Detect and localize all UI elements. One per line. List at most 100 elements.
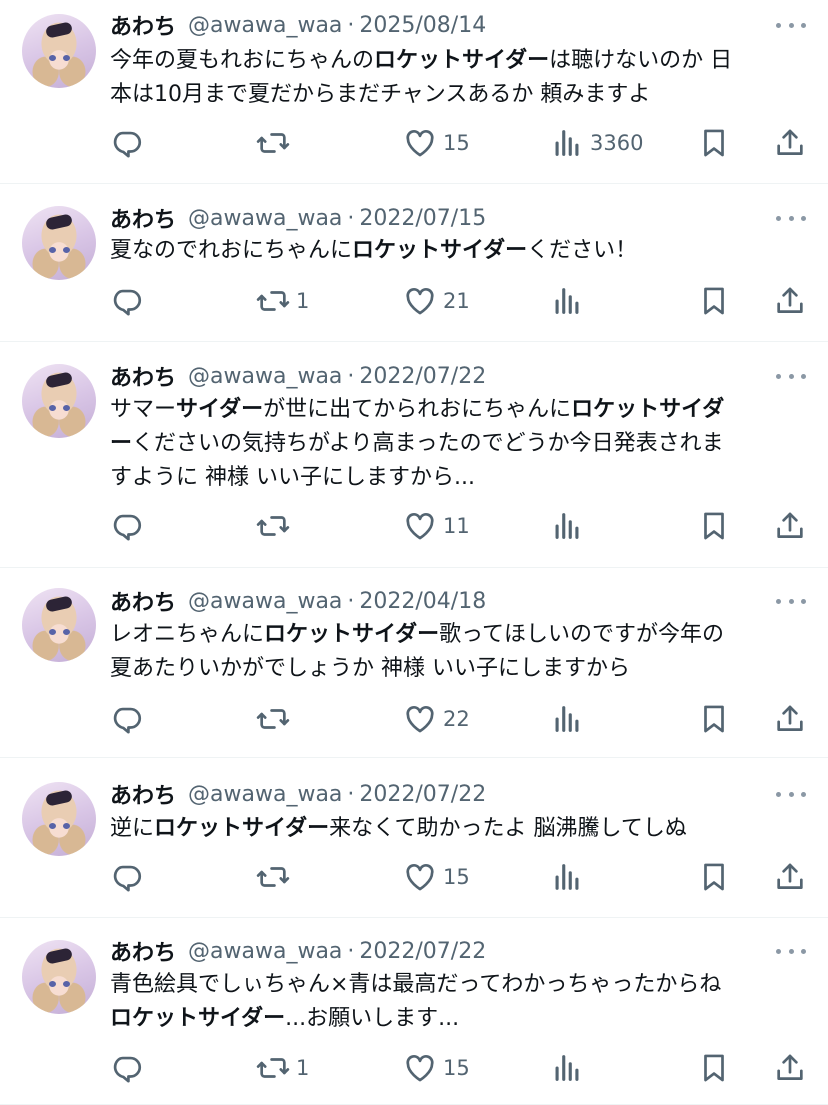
like-button[interactable]: 21 bbox=[403, 284, 470, 318]
more-dot bbox=[788, 373, 794, 379]
tweet-text-line: 本は10月まで夏だからまだチャンスあるか 頼みますよ bbox=[110, 78, 810, 112]
post-date[interactable]: 2022/07/22 bbox=[359, 364, 486, 389]
display-name[interactable]: あわち bbox=[110, 585, 176, 617]
reply-icon bbox=[110, 509, 144, 543]
like-button[interactable]: 22 bbox=[403, 702, 470, 736]
like-button[interactable]: 15 bbox=[403, 1051, 470, 1085]
user-handle[interactable]: @awawa_waa bbox=[188, 364, 342, 389]
like-button[interactable]: 15 bbox=[403, 860, 470, 894]
retweet-button[interactable] bbox=[256, 126, 290, 160]
more-dot bbox=[801, 373, 806, 379]
more-icon[interactable] bbox=[776, 596, 806, 606]
tweet: あわち @awawa_waa · 2022/07/22 逆にロケットサイダー来なくて助か… bbox=[0, 758, 828, 918]
avatar[interactable] bbox=[22, 940, 96, 1014]
share-button[interactable] bbox=[773, 509, 807, 543]
retweet-button[interactable]: 1 bbox=[256, 284, 309, 318]
user-handle[interactable]: @awawa_waa bbox=[188, 782, 342, 807]
heart-icon bbox=[403, 126, 437, 160]
bookmark-button[interactable] bbox=[697, 860, 731, 894]
more-icon[interactable] bbox=[776, 213, 806, 223]
display-name[interactable]: あわち bbox=[110, 360, 176, 392]
separator-dot: · bbox=[347, 938, 355, 964]
heart-icon bbox=[403, 860, 437, 894]
avatar[interactable] bbox=[22, 588, 96, 662]
reply-button[interactable] bbox=[110, 284, 144, 318]
retweet-button[interactable] bbox=[256, 860, 290, 894]
views-button[interactable] bbox=[550, 702, 584, 736]
display-name[interactable]: あわち bbox=[110, 935, 176, 967]
bookmark-button[interactable] bbox=[697, 284, 731, 318]
share-button[interactable] bbox=[773, 860, 807, 894]
avatar[interactable] bbox=[22, 364, 96, 438]
post-date[interactable]: 2022/07/15 bbox=[359, 206, 486, 231]
avatar[interactable] bbox=[22, 782, 96, 856]
share-button[interactable] bbox=[773, 284, 807, 318]
avatar-eye bbox=[63, 629, 70, 635]
display-name[interactable]: あわち bbox=[110, 202, 176, 234]
retweet-button[interactable] bbox=[256, 702, 290, 736]
text-segment: 歌ってほしいのですが今年の bbox=[439, 622, 725, 647]
user-handle[interactable]: @awawa_waa bbox=[188, 13, 342, 38]
reply-button[interactable] bbox=[110, 509, 144, 543]
like-button[interactable]: 11 bbox=[403, 509, 470, 543]
more-dot bbox=[788, 791, 794, 797]
post-date[interactable]: 2022/04/18 bbox=[359, 589, 486, 614]
more-dot bbox=[801, 215, 806, 221]
views-button[interactable] bbox=[550, 1051, 584, 1085]
more-icon[interactable] bbox=[776, 789, 806, 799]
highlighted-term: ロケットサイダー bbox=[110, 1006, 286, 1031]
user-handle[interactable]: @awawa_waa bbox=[188, 206, 342, 231]
bookmark-button[interactable] bbox=[697, 509, 731, 543]
tweet: あわち @awawa_waa · 2022/04/18 レオニちゃんにロケットサイダー歌… bbox=[0, 568, 828, 758]
views-button[interactable] bbox=[550, 509, 584, 543]
avatar-eye bbox=[49, 55, 56, 61]
text-segment: ください！ bbox=[527, 238, 638, 263]
more-icon[interactable] bbox=[776, 946, 806, 956]
retweet-button[interactable]: 1 bbox=[256, 1051, 309, 1085]
like-button[interactable]: 15 bbox=[403, 126, 470, 160]
more-dot bbox=[776, 598, 781, 604]
heart-icon bbox=[403, 284, 437, 318]
reply-button[interactable] bbox=[110, 1051, 144, 1085]
post-date[interactable]: 2022/07/22 bbox=[359, 782, 486, 807]
avatar[interactable] bbox=[22, 14, 96, 88]
reply-button[interactable] bbox=[110, 126, 144, 160]
views-icon bbox=[550, 1051, 584, 1085]
avatar[interactable] bbox=[22, 206, 96, 280]
user-handle[interactable]: @awawa_waa bbox=[188, 939, 342, 964]
bookmark-icon bbox=[697, 1051, 731, 1085]
text-segment: 夏なのでれおにちゃんに bbox=[110, 238, 353, 263]
more-icon[interactable] bbox=[776, 371, 806, 381]
highlighted-term: ロケットサイダー bbox=[264, 622, 440, 647]
more-dot bbox=[801, 598, 806, 604]
reply-button[interactable] bbox=[110, 702, 144, 736]
user-handle[interactable]: @awawa_waa bbox=[188, 589, 342, 614]
like-count: 11 bbox=[443, 514, 470, 538]
reply-icon bbox=[110, 126, 144, 160]
share-button[interactable] bbox=[773, 1051, 807, 1085]
more-icon[interactable] bbox=[776, 20, 806, 30]
more-dot bbox=[776, 22, 781, 28]
separator-dot: · bbox=[347, 12, 355, 38]
views-button[interactable] bbox=[550, 860, 584, 894]
display-name[interactable]: あわち bbox=[110, 9, 176, 41]
text-segment: 青色絵具でしぃちゃん×青は最高だってわかっちゃったからね bbox=[110, 972, 722, 997]
views-button[interactable]: 3360 bbox=[550, 126, 643, 160]
views-button[interactable] bbox=[550, 284, 584, 318]
post-date[interactable]: 2022/07/22 bbox=[359, 939, 486, 964]
retweet-button[interactable] bbox=[256, 509, 290, 543]
highlighted-term: ロケットサイダ bbox=[571, 397, 725, 422]
bookmark-button[interactable] bbox=[697, 702, 731, 736]
bookmark-button[interactable] bbox=[697, 126, 731, 160]
display-name[interactable]: あわち bbox=[110, 778, 176, 810]
reply-button[interactable] bbox=[110, 860, 144, 894]
post-date[interactable]: 2025/08/14 bbox=[359, 13, 486, 38]
bookmark-button[interactable] bbox=[697, 1051, 731, 1085]
retweet-icon bbox=[256, 860, 290, 894]
tweet-text-line: 逆にロケットサイダー来なくて助かったよ 脳沸騰してしぬ bbox=[110, 812, 810, 846]
share-icon bbox=[773, 284, 807, 318]
more-dot bbox=[788, 948, 794, 954]
share-button[interactable] bbox=[773, 702, 807, 736]
tweet-text: 逆にロケットサイダー来なくて助かったよ 脳沸騰してしぬ bbox=[110, 812, 810, 846]
share-button[interactable] bbox=[773, 126, 807, 160]
